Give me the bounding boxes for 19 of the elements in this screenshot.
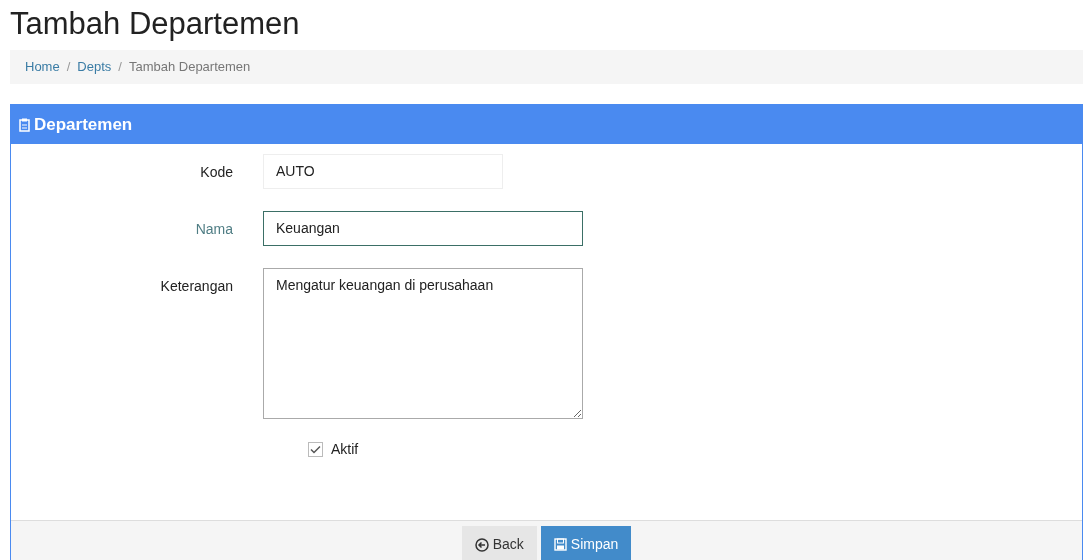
field-label: Kode: [199, 163, 234, 182]
page-title: Tambah Departemen: [10, 5, 301, 43]
field-label: Nama: [194, 220, 234, 239]
breadcrumb-separator: /: [66, 58, 71, 77]
textarea-field[interactable]: Mengatur keuangan di perusahaan: [263, 268, 583, 419]
checkbox[interactable]: [308, 442, 323, 457]
breadcrumb-separator: /: [118, 58, 122, 77]
panel-title: Departemen: [34, 113, 133, 136]
input-field[interactable]: AUTO: [263, 154, 503, 189]
back-button[interactable]: Back: [461, 526, 537, 560]
save-icon: [553, 538, 567, 551]
breadcrumb-link[interactable]: Depts: [77, 57, 112, 77]
breadcrumb-link[interactable]: Home: [25, 57, 60, 77]
input-field[interactable]: Keuangan: [263, 211, 583, 246]
checkbox-label: Aktif: [331, 440, 359, 459]
save-button[interactable]: Simpan: [540, 526, 632, 560]
breadcrumb-current: Tambah Departemen: [128, 58, 251, 77]
clipboard-icon: [19, 117, 30, 132]
field-label: Keterangan: [159, 277, 234, 296]
